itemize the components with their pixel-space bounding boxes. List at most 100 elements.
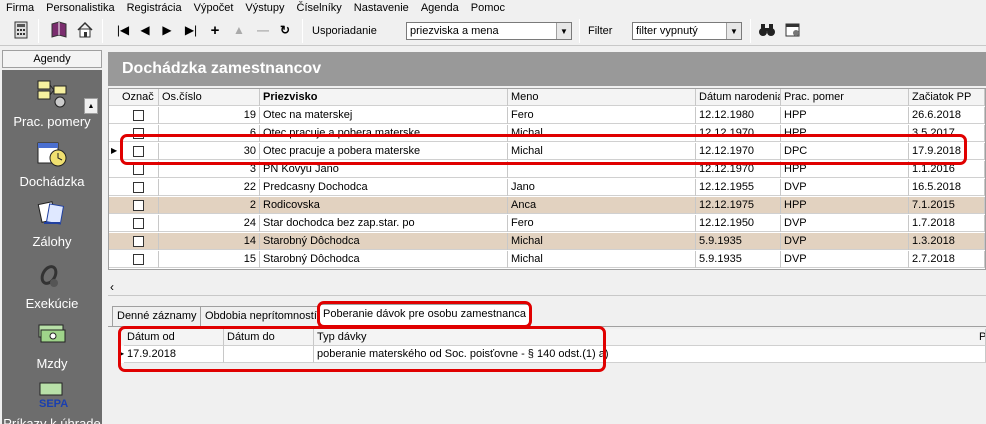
tab-obdobia-neprítomnosti[interactable]: Obdobia neprítomností [200,306,322,326]
add-record-icon[interactable]: + [204,19,226,41]
col-header-priezvisko[interactable]: Priezvisko [260,89,508,106]
menu-pomoc[interactable]: Pomoc [465,2,511,14]
home-icon[interactable] [74,19,96,41]
col-header-datum-narodenia[interactable]: Dátum narodenia [696,89,781,106]
table-row[interactable]: 2 Rodicovska Anca 12.12.1975 HPP 7.1.2015 [109,197,985,214]
detail-tabs: Denné záznamy Obdobia neprítomností Pobe… [108,304,986,326]
col-header-zaciatok-pp[interactable]: Začiatok PP [909,89,985,106]
cell-meno: Jano [508,179,696,196]
main-panel: Dochádzka zamestnancov Označ Os.číslo Pr… [108,48,986,424]
col-header-p[interactable]: P [976,329,986,346]
cell-prac-pomer: HPP [781,197,909,214]
filter-select[interactable]: filter vypnutý ▼ [632,22,742,40]
prev-record-icon[interactable]: ◀ [134,19,156,41]
cell-os-cislo: 30 [159,143,260,160]
menu-firma[interactable]: Firma [0,2,40,14]
binoculars-icon[interactable] [756,19,778,41]
col-header-oscislo[interactable]: Os.číslo [159,89,260,106]
mark-checkbox[interactable] [133,146,144,157]
cell-datum-narodenia: 12.12.1955 [696,179,781,196]
table-row[interactable]: 22 Predcasny Dochodca Jano 12.12.1955 DVP 16.… [109,179,985,196]
sort-label: Usporiadanie [312,25,377,37]
settings-window-icon[interactable] [782,19,804,41]
sidebar: Agendy Prac. pomery Dochádzka Zálohy Exe… [0,48,104,424]
benefits-header-row: Dátum od Dátum do Typ dávky [118,329,986,346]
cell-zaciatok-pp: 1.7.2018 [909,215,985,232]
mark-checkbox[interactable] [133,236,144,247]
next-record-icon[interactable]: ▶ [156,19,178,41]
benefit-row[interactable]: ▶ 17.9.2018 poberanie materského od Soc.… [118,346,986,363]
col-header-prac-pomer[interactable]: Prac. pomer [781,89,909,106]
table-row[interactable]: 15 Starobný Dôchodca Michal 5.9.1935 DVP 2.7.… [109,251,985,268]
calculator-icon[interactable] [10,19,32,41]
cell-zaciatok-pp: 16.5.2018 [909,179,985,196]
menu-registracia[interactable]: Registrácia [121,2,188,14]
scroll-left-icon[interactable]: ‹ [110,280,114,294]
money-icon [36,320,68,352]
table-row[interactable]: 14 Starobný Dôchodca Michal 5.9.1935 DVP 1.3.… [109,233,985,250]
horizontal-scrollbar[interactable]: ‹ [108,278,986,296]
cell-zaciatok-pp: 1.3.2018 [909,233,985,250]
table-row[interactable]: 6 Otec pracuje a pobera materske Michal 12.… [109,125,985,142]
cell-zaciatok-pp: 17.9.2018 [909,143,985,160]
cell-datum-narodenia: 5.9.1935 [696,233,781,250]
cell-meno: Fero [508,215,696,232]
menu-vystupy[interactable]: Výstupy [239,2,290,14]
tab-poberanie-davok[interactable]: Poberanie dávok pre osobu zamestnanca [318,304,532,326]
cell-meno: Michal [508,233,696,250]
sidebar-item-exekucie[interactable]: Exekúcie [2,260,102,311]
table-row[interactable]: 19 Otec na materskej Fero 12.12.1980 HPP 26.6… [109,107,985,124]
tab-denne-zaznamy[interactable]: Denné záznamy [112,306,202,326]
col-header-datum-od[interactable]: Dátum od [124,329,224,346]
sidebar-item-prikazy[interactable]: SEPA Príkazy k úhrade [2,380,102,424]
sidebar-item-mzdy[interactable]: Mzdy [2,320,102,371]
col-header-typ-davky[interactable]: Typ dávky [314,329,986,346]
col-header-oznac[interactable]: Označ [119,89,159,106]
cell-os-cislo: 19 [159,107,260,124]
mark-checkbox[interactable] [133,128,144,139]
table-row[interactable]: 3 PN Kovyu Jano 12.12.1970 HPP 1.1.2016 [109,161,985,178]
cell-priezvisko: PN Kovyu Jano [260,161,508,178]
mark-checkbox[interactable] [133,164,144,175]
cell-priezvisko: Otec na materskej [260,107,508,124]
cell-prac-pomer: DVP [781,233,909,250]
grid-header-row: Označ Os.číslo Priezvisko Meno Dátum nar… [109,89,985,106]
table-row[interactable]: ▶ 30 Otec pracuje a pobera materske Michal 1… [109,143,985,160]
mark-checkbox[interactable] [133,200,144,211]
table-row[interactable]: 24 Star dochodca bez zap.star. po Fero 12.1… [109,215,985,232]
sidebar-item-dochadzka[interactable]: Dochádzka [2,138,102,189]
menu-vypocet[interactable]: Výpočet [188,2,240,14]
menu-nastavenie[interactable]: Nastavenie [348,2,415,14]
sidebar-scroll-up-button[interactable]: ▲ [84,98,98,114]
toolbar-separator [579,19,580,43]
mark-checkbox[interactable] [133,218,144,229]
cell-priezvisko: Starobný Dôchodca [260,251,508,268]
cell-prac-pomer: HPP [781,107,909,124]
cell-zaciatok-pp: 26.6.2018 [909,107,985,124]
cell-zaciatok-pp: 7.1.2015 [909,197,985,214]
col-header-datum-do[interactable]: Dátum do [224,329,314,346]
book-icon[interactable] [48,19,70,41]
cell-prac-pomer: DVP [781,179,909,196]
menu-personalistika[interactable]: Personalistika [40,2,120,14]
toolbar-separator [102,19,103,43]
sidebar-item-zalohy[interactable]: Zálohy [2,198,102,249]
last-record-icon[interactable]: ▶| [180,19,202,41]
toolbar-separator [38,19,39,43]
menu-agenda[interactable]: Agenda [415,2,465,14]
col-header-meno[interactable]: Meno [508,89,696,106]
sort-select[interactable]: priezviska a mena ▼ [406,22,572,40]
first-record-icon[interactable]: |◀ [112,19,134,41]
mark-checkbox[interactable] [133,254,144,265]
chevron-down-icon: ▼ [726,23,741,39]
menu-ciselniky[interactable]: Číselníky [291,2,348,14]
row-indicator-icon: ▶ [111,146,118,155]
refresh-icon[interactable]: ↻ [274,19,296,41]
cell-os-cislo: 22 [159,179,260,196]
mark-checkbox[interactable] [133,182,144,193]
mark-checkbox[interactable] [133,110,144,121]
cell-mark [119,107,159,124]
cell-priezvisko: Rodicovska [260,197,508,214]
agendy-panel: Prac. pomery Dochádzka Zálohy Exekúcie M… [2,70,102,424]
cell-os-cislo: 15 [159,251,260,268]
